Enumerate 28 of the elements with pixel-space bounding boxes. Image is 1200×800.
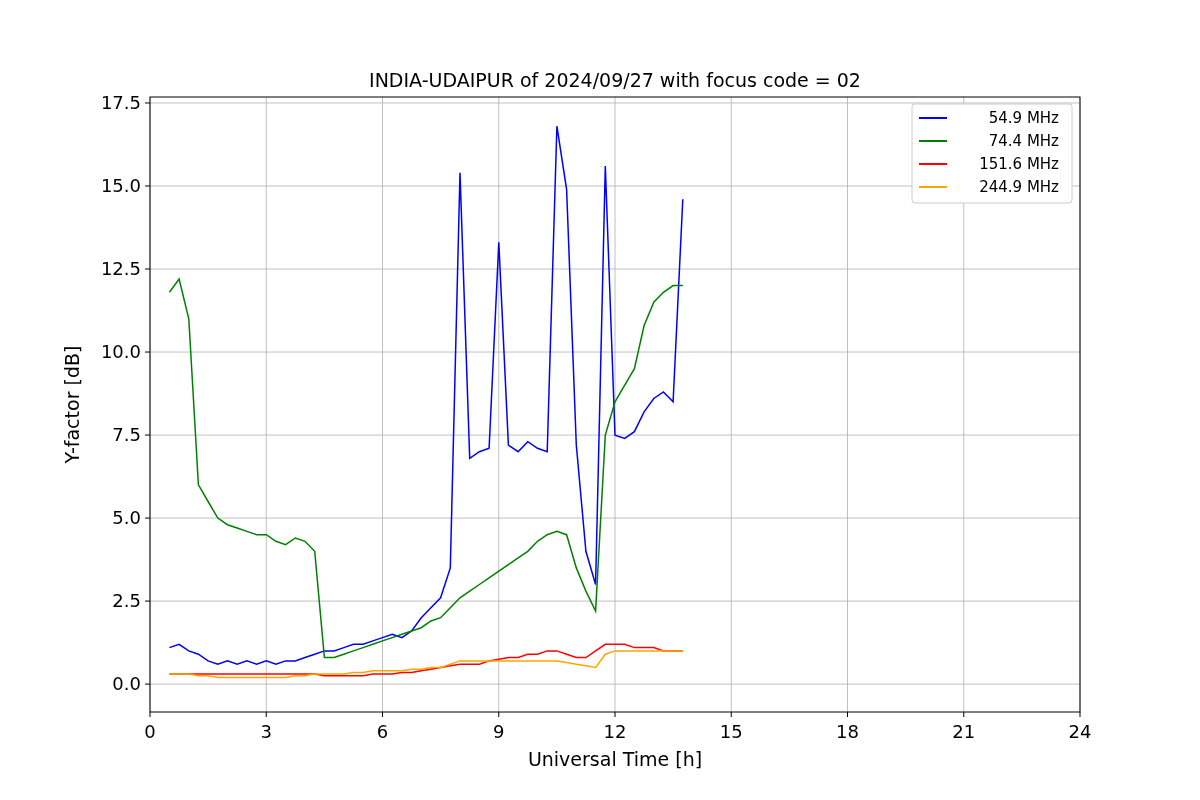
y-axis-label: Y-factor [dB] <box>61 345 83 464</box>
legend-line <box>918 140 948 142</box>
legend-line <box>918 186 948 188</box>
x-tick-label: 12 <box>603 721 627 742</box>
y-tick-label: 7.5 <box>112 424 141 446</box>
x-tick-label: 9 <box>493 721 505 742</box>
x-axis-label: Universal Time [h] <box>527 748 703 770</box>
chart-title: INDIA-UDAIPUR of 2024/09/27 with focus code = 02 <box>369 69 861 91</box>
y-tick-label: 12.5 <box>100 258 141 279</box>
y-tick-label: 2.5 <box>112 590 141 612</box>
x-tick-label: 3 <box>260 721 272 742</box>
y-tick-label: 10.0 <box>100 341 141 363</box>
y-tick-label: 17.5 <box>100 92 141 113</box>
legend-line <box>918 163 948 165</box>
x-tick-label: 15 <box>719 721 743 742</box>
x-tick-label: 0 <box>144 721 156 742</box>
legend-label: 54.9 MHz <box>988 109 1059 127</box>
legend-label: 74.4 MHz <box>988 132 1059 150</box>
x-tick-label: 6 <box>376 721 389 742</box>
y-tick-label: 5.0 <box>112 507 141 529</box>
x-tick-label: 18 <box>836 721 859 742</box>
legend-label: 151.6 MHz <box>979 155 1059 173</box>
y-tick-label: 0.0 <box>112 673 141 695</box>
legend-label: 244.9 MHz <box>979 178 1059 196</box>
x-tick-label: 21 <box>952 721 976 742</box>
legend-line <box>918 117 948 119</box>
x-tick-label: 24 <box>1068 721 1092 742</box>
y-tick-label: 15.0 <box>100 175 141 196</box>
